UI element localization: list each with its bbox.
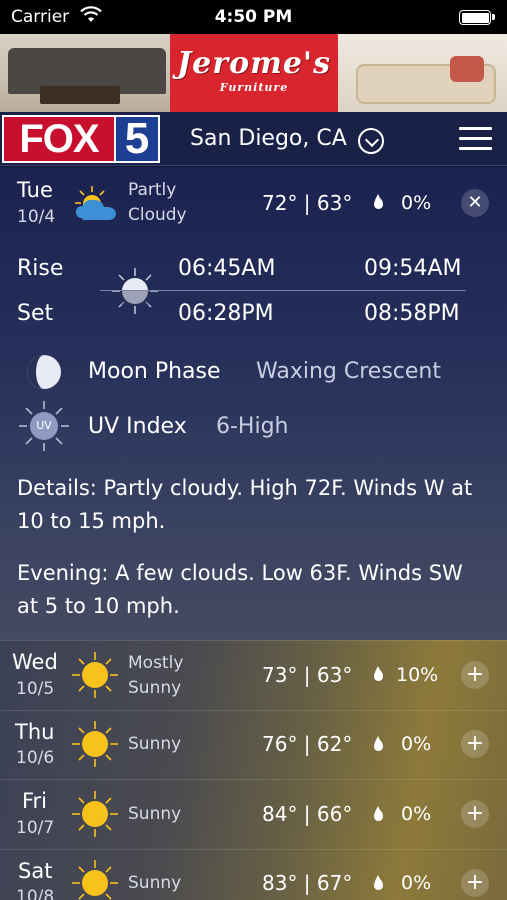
forecast-condition-line2: Sunny	[128, 678, 182, 698]
raindrop-icon	[374, 194, 383, 209]
moon-phase-value: Waxing Crescent	[256, 359, 441, 384]
logo-text: FOX	[4, 117, 114, 161]
hamburger-menu-icon[interactable]	[459, 127, 492, 151]
sunny-icon	[72, 721, 118, 767]
location-selector[interactable]: San Diego, CA	[190, 126, 347, 151]
close-icon[interactable]: ✕	[461, 189, 489, 217]
sun-icon	[112, 268, 158, 314]
raindrop-icon	[374, 806, 383, 821]
today-date: 10/4	[17, 207, 56, 227]
raindrop-icon	[374, 875, 383, 890]
forecast-date: 10/6	[16, 748, 55, 768]
partly-cloudy-icon	[75, 186, 116, 220]
forecast-day: Fri	[22, 789, 48, 813]
app-header: FOX 5 San Diego, CA	[0, 112, 507, 166]
sunrise-time: 06:45AM	[178, 256, 276, 281]
forecast-temps: 73° | 63°	[262, 663, 353, 687]
forecast-temps: 84° | 66°	[262, 802, 353, 826]
status-bar: Carrier 4:50 PM	[0, 0, 507, 34]
forecast-day: Wed	[12, 650, 58, 674]
sunny-icon	[72, 791, 118, 837]
forecast-date: 10/8	[16, 887, 55, 900]
forecast-date: 10/7	[16, 818, 55, 838]
fox5-logo[interactable]: FOX 5	[2, 115, 160, 163]
today-condition-line2: Cloudy	[128, 205, 187, 225]
expand-plus-icon[interactable]: +	[461, 661, 489, 689]
moonrise-time: 09:54AM	[364, 256, 462, 281]
uv-index-label: UV Index	[88, 414, 187, 439]
forecast-precip: 10%	[396, 664, 439, 686]
forecast-day: Thu	[15, 720, 55, 744]
clock: 4:50 PM	[214, 7, 293, 27]
rise-label: Rise	[17, 256, 64, 281]
today-day: Tue	[17, 178, 53, 202]
today-condition-line1: Partly	[128, 180, 177, 200]
forecast-precip: 0%	[401, 733, 432, 755]
raindrop-icon	[374, 736, 383, 751]
sunset-time: 06:28PM	[178, 301, 274, 326]
forecast-temps: 76° | 62°	[262, 732, 353, 756]
chevron-down-icon[interactable]	[358, 128, 384, 154]
crescent-moon-icon	[322, 272, 340, 308]
sunny-icon	[72, 652, 118, 698]
forecast-date: 10/5	[16, 679, 55, 699]
forecast-condition: Sunny	[128, 804, 182, 824]
logo-number: 5	[116, 117, 158, 161]
horizon-line	[100, 290, 466, 291]
forecast-temps: 83° | 67°	[262, 871, 353, 895]
forecast-condition: Sunny	[128, 873, 182, 893]
forecast-precip: 0%	[401, 872, 432, 894]
battery-icon	[459, 10, 495, 25]
moonset-time: 08:58PM	[364, 301, 460, 326]
details-text: Details: Partly cloudy. High 72F. Winds …	[17, 476, 473, 533]
ad-brand: Jerome's Furniture	[170, 34, 338, 112]
uv-index-value: 6-High	[216, 414, 289, 439]
expand-plus-icon[interactable]: +	[461, 730, 489, 758]
sunny-icon	[72, 860, 118, 900]
forecast-condition: Sunny	[128, 734, 182, 754]
expand-plus-icon[interactable]: +	[461, 869, 489, 897]
forecast-condition-line1: Mostly	[128, 653, 184, 673]
evening-text: Evening: A few clouds. Low 63F. Winds SW…	[17, 561, 463, 618]
ad-brand-sub: Furniture	[219, 81, 289, 94]
today-temps: 72° | 63°	[262, 191, 353, 215]
set-label: Set	[17, 301, 54, 326]
uv-badge: UV	[36, 419, 52, 432]
moon-phase-icon	[27, 355, 61, 389]
ad-banner[interactable]: Jerome's Furniture	[0, 34, 507, 112]
today-precip: 0%	[401, 192, 432, 214]
forecast-day: Sat	[18, 859, 53, 883]
ad-image-right	[338, 34, 507, 112]
ad-brand-name: Jerome's	[176, 46, 331, 81]
raindrop-icon	[374, 666, 383, 681]
moon-phase-label: Moon Phase	[88, 359, 221, 384]
expand-plus-icon[interactable]: +	[461, 800, 489, 828]
forecast-precip: 0%	[401, 803, 432, 825]
ad-image-left	[0, 34, 170, 112]
